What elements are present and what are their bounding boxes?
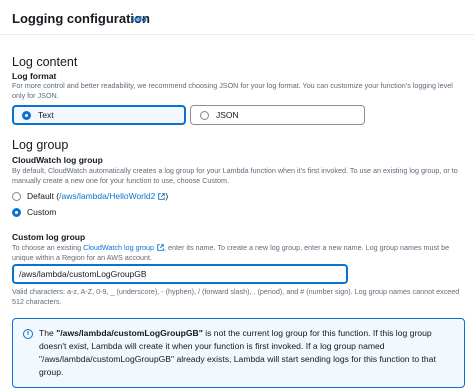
radio-selected-icon — [12, 207, 21, 217]
log-group-option-custom[interactable]: Custom — [12, 207, 56, 217]
info-link[interactable]: Info — [132, 15, 147, 24]
option-label: JSON — [216, 110, 239, 120]
log-format-description: For more control and better readability,… — [12, 81, 453, 100]
default-option-prefix: Default ( — [27, 191, 60, 201]
log-group-heading: Log group — [12, 138, 69, 152]
default-option-suffix: ) — [165, 191, 169, 201]
log-content-heading: Log content — [12, 55, 78, 69]
alert-prefix: The — [39, 328, 57, 338]
page-title: Logging configuration — [12, 11, 150, 26]
section-header: Logging configuration Info — [0, 0, 474, 35]
custom-log-group-label: Custom log group — [12, 232, 86, 242]
radio-unselected-icon — [200, 110, 209, 120]
cloudwatch-log-group-link[interactable]: CloudWatch log group — [83, 243, 154, 252]
log-format-option-text[interactable]: Text — [12, 105, 186, 125]
cloudwatch-log-group-description: By default, CloudWatch automatically cre… — [12, 166, 458, 185]
custom-log-group-input[interactable] — [12, 264, 348, 284]
cloudwatch-log-group-label: CloudWatch log group — [12, 155, 103, 165]
external-link-icon — [157, 244, 164, 251]
option-label: Text — [38, 110, 54, 120]
log-format-option-json[interactable]: JSON — [190, 105, 365, 125]
custom-log-group-description: To choose an existing CloudWatch log gro… — [12, 243, 464, 262]
log-group-option-default[interactable]: Default (/aws/lambda/HelloWorld2) — [12, 191, 168, 201]
alert-message: The "/aws/lambda/customLogGroupGB" is no… — [39, 327, 455, 379]
alert-log-group-name: "/aws/lambda/customLogGroupGB" — [56, 328, 203, 338]
radio-unselected-icon — [12, 191, 21, 201]
default-log-group-link[interactable]: /aws/lambda/HelloWorld2 — [59, 191, 155, 201]
custom-option-label: Custom — [27, 207, 57, 217]
radio-selected-icon — [22, 110, 31, 120]
valid-characters-constraint: Valid characters: a-z, A-Z, 0-9, _ (unde… — [12, 287, 460, 306]
info-alert: i The "/aws/lambda/customLogGroupGB" is … — [12, 318, 465, 388]
custom-desc-prefix: To choose an existing — [12, 243, 84, 252]
info-icon: i — [23, 329, 33, 339]
log-format-label: Log format — [12, 71, 57, 81]
external-link-icon — [158, 192, 166, 200]
